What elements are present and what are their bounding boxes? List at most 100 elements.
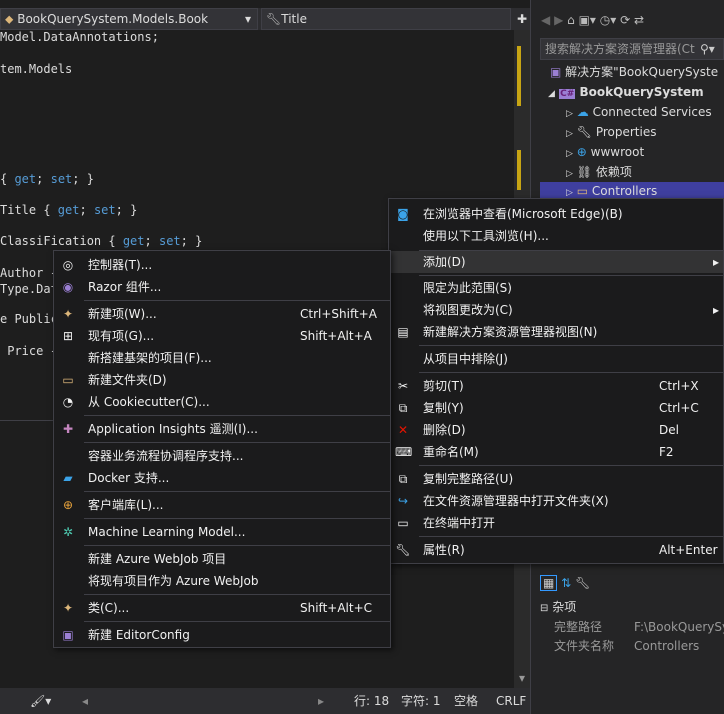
sync-icon[interactable]: ⇄ [634,13,644,27]
docker-icon: ▰ [63,471,73,485]
client-library-icon: ⊕ [62,498,74,512]
submenu-item-new-scaffolded-item[interactable]: 新搭建基架的项目(F)... [54,347,390,369]
submenu-item-new-folder[interactable]: ▭ 新建文件夹(D) [54,369,390,391]
new-view-icon: ▤ [397,325,409,339]
submenu-item-editorconfig[interactable]: ▣ 新建 EditorConfig [54,624,390,646]
existing-item-icon: ⊞ [62,329,74,343]
search-icon[interactable]: ⚲▾ [700,40,720,58]
new-folder-icon: ▭ [62,373,74,387]
cut-icon: ✂ [397,379,409,393]
back-icon[interactable]: ◀ [541,13,550,27]
menu-item-cut[interactable]: ✂ 剪切(T) Ctrl+X [389,375,723,397]
scroll-down-icon[interactable]: ▾ [514,670,530,686]
char-indicator[interactable]: 字符: 1 [401,688,441,714]
eol-indicator[interactable]: CRLF [496,688,526,714]
submenu-item-existing-as-webjob[interactable]: 将现有项目作为 Azure WebJob [54,570,390,592]
property-value[interactable]: Controllers [634,637,724,656]
menu-item-browse-with[interactable]: 使用以下工具浏览(H)... [389,225,723,247]
submenu-item-existing-item[interactable]: ⊞ 现有项(G)... Shift+Alt+A [54,325,390,347]
alphabetical-icon[interactable]: ⇅ [561,576,571,590]
code-line: tem.Models [0,62,73,76]
submenu-item-new-item[interactable]: ✦ 新建项(W)... Ctrl+Shift+A [54,303,390,325]
menu-item-delete[interactable]: ✕ 删除(D) Del [389,419,723,441]
line-indicator[interactable]: 行: 18 [354,688,389,714]
member-dropdown[interactable]: 🔧︎Title [261,8,511,30]
separator [84,545,390,546]
solution-icon: ▣ [550,65,562,79]
submenu-item-client-library[interactable]: ⊕ 客户端库(L)... [54,494,390,516]
tree-item-connected-services[interactable]: ▷ ☁ Connected Services [566,102,712,122]
property-name: 完整路径 [554,620,603,634]
property-value[interactable]: F:\BookQuerySys [634,618,724,637]
submenu-item-docker-support[interactable]: ▰ Docker 支持... [54,467,390,489]
submenu-item-controller[interactable]: ◎ 控制器(T)... [54,254,390,276]
submenu-item-container-orchestrator[interactable]: 容器业务流程协调程序支持... [54,445,390,467]
app-insights-icon: ✚ [62,422,74,436]
submenu-arrow-icon: ▸ [712,255,719,269]
menu-item-open-in-terminal[interactable]: ▭ 在终端中打开 [389,512,723,534]
tree-item-project[interactable]: ◢ C# BookQuerySystem [548,82,704,102]
properties-toolbar: ▦ ⇅ 🔧︎ [540,568,724,598]
submenu-item-cookiecutter[interactable]: ◔ 从 Cookiecutter(C)... [54,391,390,413]
brush-icon[interactable]: 🖌︎▾ [30,688,51,714]
split-window-button[interactable]: ✚ [514,8,530,30]
menu-item-open-in-file-explorer[interactable]: ↪ 在文件资源管理器中打开文件夹(X) [389,490,723,512]
menu-item-scope-to-this[interactable]: 限定为此范围(S) [389,277,723,299]
controller-icon: ◎ [62,258,74,272]
separator [84,518,390,519]
submenu-item-razor-component[interactable]: ◉ Razor 组件... [54,276,390,298]
categorized-icon[interactable]: ▦ [540,575,558,591]
menu-item-view-in-browser[interactable]: ◙ 在浏览器中查看(Microsoft Edge)(B) [389,203,723,225]
tree-item-solution[interactable]: ▣ 解决方案"BookQuerySyste [550,62,718,82]
menu-item-properties[interactable]: 🔧︎ 属性(R) Alt+Enter [389,539,723,561]
cookiecutter-icon: ◔ [62,395,74,409]
code-line: ClassiFication { get; set; } [0,234,203,248]
refresh-icon[interactable]: ⟳ [620,13,630,27]
collapse-icon[interactable]: ⊟ [540,603,548,614]
dependencies-icon: ⛓ [576,165,592,179]
menu-item-add[interactable]: 添加(D) ▸ [389,251,723,273]
separator [84,491,390,492]
collapsed-icon[interactable]: ▷ [566,149,573,159]
menu-item-copy-full-path[interactable]: ⧉ 复制完整路径(U) [389,468,723,490]
submenu-item-ml-model[interactable]: ✲ Machine Learning Model... [54,521,390,543]
collapsed-icon[interactable]: ▷ [566,129,573,139]
property-pages-icon[interactable]: 🔧︎ [575,576,590,590]
whitespace-indicator[interactable]: 空格 [454,688,478,714]
collapsed-icon[interactable]: ▷ [566,188,573,198]
tree-item-dependencies[interactable]: ▷ ⛓ 依赖项 [566,162,632,182]
menu-item-copy[interactable]: ⧉ 复制(Y) Ctrl+C [389,397,723,419]
submenu-item-new-azure-webjob[interactable]: 新建 Azure WebJob 项目 [54,548,390,570]
submenu-item-class[interactable]: ✦ 类(C)... Shift+Alt+C [54,597,390,619]
type-dropdown[interactable]: ⬥ BookQuerySystem.Models.Book ▾ [0,8,258,30]
separator [84,300,390,301]
history-icon[interactable]: ◷▾ [600,13,617,27]
tree-item-wwwroot[interactable]: ▷ ⊕ wwwroot [566,142,644,162]
scroll-right-icon[interactable]: ▸ [318,688,324,714]
menu-item-new-explorer-view[interactable]: ▤ 新建解决方案资源管理器视图(N) [389,321,723,343]
code-line: { get; set; } [0,172,94,186]
properties-category[interactable]: ⊟ 杂项 [540,598,724,617]
collapsed-icon[interactable]: ▷ [566,169,573,179]
submenu-item-app-insights[interactable]: ✚ Application Insights 遥测(I)... [54,418,390,440]
solution-explorer-search[interactable]: 搜索解决方案资源管理器(Ct [540,38,724,60]
menu-item-change-view[interactable]: 将视图更改为(C) ▸ [389,299,723,321]
switch-views-icon[interactable]: ▣▾ [579,13,596,27]
forward-icon[interactable]: ▶ [554,13,563,27]
properties-icon: 🔧︎ [576,125,592,139]
wrench-icon: 🔧︎ [395,543,411,557]
code-line: Price { [0,344,58,358]
scroll-left-icon[interactable]: ◂ [82,688,88,714]
home-icon[interactable]: ⌂ [567,13,575,27]
context-menu: ◙ 在浏览器中查看(Microsoft Edge)(B) 使用以下工具浏览(H)… [388,198,724,564]
folder-icon: ▭ [576,184,589,198]
expanded-icon[interactable]: ◢ [548,89,555,99]
collapsed-icon[interactable]: ▷ [566,109,573,119]
chevron-down-icon: ▾ [244,12,251,26]
menu-item-rename[interactable]: ⌨ 重命名(M) F2 [389,441,723,463]
navigation-bar: ⬥ BookQuerySystem.Models.Book ▾ 🔧︎Title … [0,8,530,30]
delete-icon: ✕ [397,423,409,437]
tree-item-properties[interactable]: ▷ 🔧︎ Properties [566,122,656,142]
open-folder-icon: ↪ [397,494,409,508]
menu-item-exclude-from-project[interactable]: 从项目中排除(J) [389,348,723,370]
